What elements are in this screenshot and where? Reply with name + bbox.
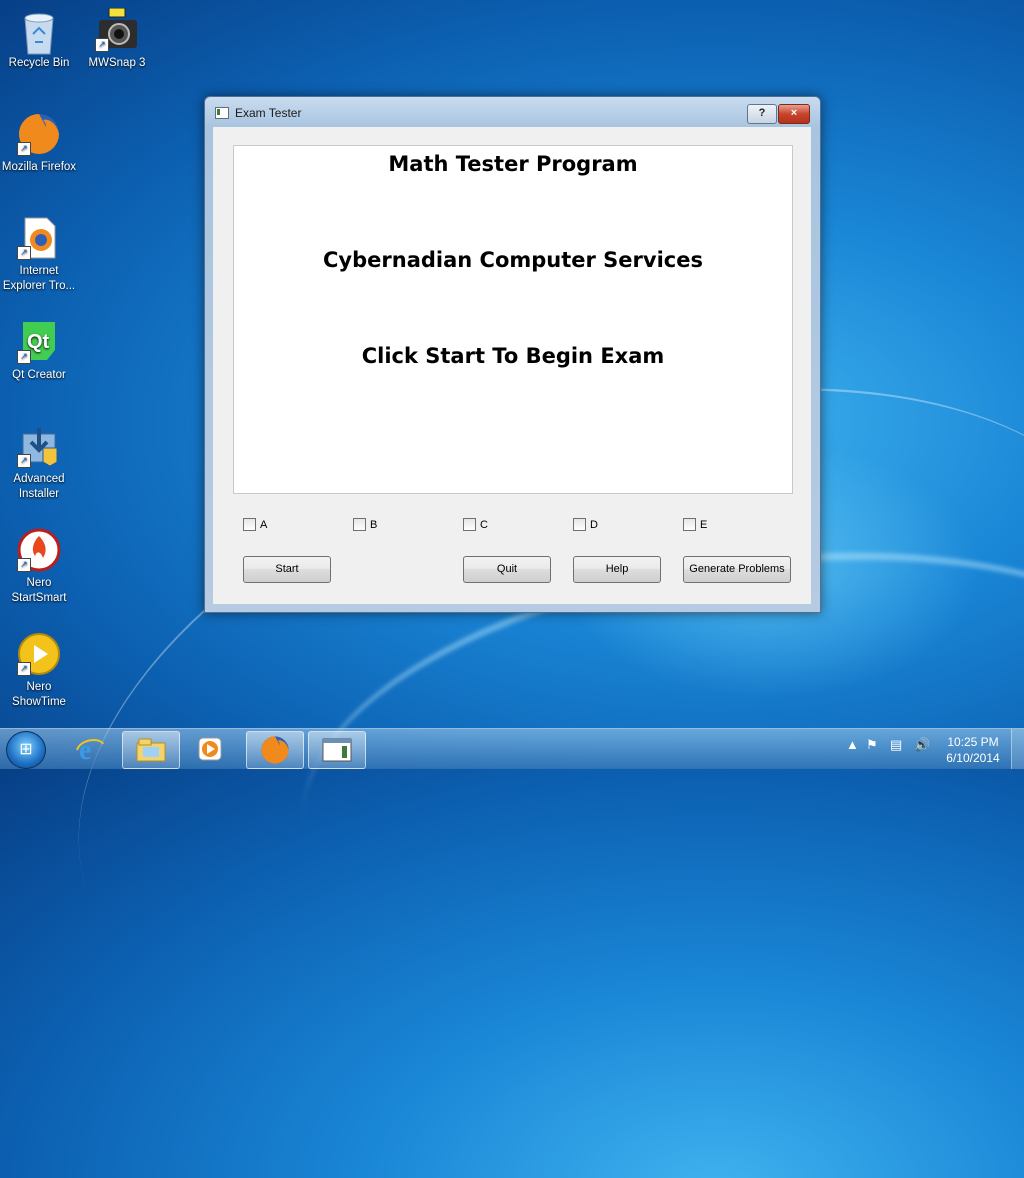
flag-icon[interactable]: ⚑ — [866, 737, 878, 753]
checkbox-label: A — [260, 518, 268, 531]
exam-tester-window: Exam Tester ? × Math Tester Program Cybe… — [204, 96, 821, 613]
desktop-icon-internet-explorer-tro[interactable]: ↗ Internet Explorer Tro... — [0, 216, 78, 294]
program-title: Math Tester Program — [388, 152, 638, 176]
nero-flame-icon: ↗ — [17, 528, 61, 572]
desktop-icon-firefox[interactable]: ↗ Mozilla Firefox — [0, 112, 78, 175]
shortcut-arrow-icon: ↗ — [95, 38, 109, 52]
start-button[interactable]: Start — [243, 556, 331, 583]
shortcut-arrow-icon: ↗ — [17, 558, 31, 572]
exam-tester-app-icon[interactable] — [308, 731, 366, 769]
checkbox-label: D — [590, 518, 598, 531]
checkbox-e[interactable]: E — [683, 518, 707, 532]
instruction-text: Click Start To Begin Exam — [361, 344, 665, 368]
internet-explorer-icon[interactable]: e — [62, 731, 118, 767]
taskbar: ⊞ e ▲ ⚑ ▤ 🔊 10:25 PM 6/10/2014 — [0, 728, 1024, 769]
clock-date: 6/10/2014 — [946, 751, 1000, 765]
desktop-icon-advanced-installer[interactable]: ↗ Advanced Installer — [0, 424, 78, 502]
firefox-icon: ↗ — [17, 112, 61, 156]
checkbox-d[interactable]: D — [573, 518, 598, 532]
desktop-icon-label: Qt Creator — [12, 369, 66, 381]
checkbox-label: B — [370, 518, 378, 531]
clock-time: 10:25 PM — [947, 735, 999, 749]
checkbox-box[interactable] — [573, 518, 586, 531]
help-button[interactable]: Help — [573, 556, 661, 583]
desktop-icon-recycle-bin[interactable]: Recycle Bin — [0, 8, 78, 71]
checkbox-b[interactable]: B — [353, 518, 377, 532]
desktop-icon-label: Internet Explorer Tro... — [2, 265, 76, 292]
checkbox-box[interactable] — [463, 518, 476, 531]
close-button[interactable]: × — [778, 104, 810, 124]
window-client-area: Math Tester Program Cybernadian Computer… — [213, 127, 811, 604]
chevron-up-icon[interactable]: ▲ — [846, 737, 859, 752]
checkbox-c[interactable]: C — [463, 518, 488, 532]
desktop-icon-label: Nero ShowTime — [12, 681, 66, 708]
checkbox-label: E — [700, 518, 708, 531]
desktop-icon-mwsnap[interactable]: ↗ MWSnap 3 — [78, 7, 156, 71]
svg-text:e: e — [79, 735, 91, 764]
checkbox-label: C — [480, 518, 488, 531]
app-window-icon — [215, 107, 229, 119]
camera-icon: ↗ — [95, 7, 139, 52]
quit-button[interactable]: Quit — [463, 556, 551, 583]
window-titlebar[interactable]: Exam Tester ? × — [205, 97, 820, 127]
desktop-icon-nero-startsmart[interactable]: ↗ Nero StartSmart — [0, 528, 78, 606]
checkbox-box[interactable] — [353, 518, 366, 531]
start-button-windows-icon[interactable]: ⊞ — [6, 731, 46, 769]
company-name: Cybernadian Computer Services — [323, 248, 703, 272]
shortcut-arrow-icon: ↗ — [17, 662, 31, 676]
exam-display-panel: Math Tester Program Cybernadian Computer… — [233, 145, 793, 494]
title-help-button[interactable]: ? — [747, 104, 777, 124]
system-clock[interactable]: 10:25 PM 6/10/2014 — [935, 734, 1011, 766]
shortcut-arrow-icon: ↗ — [17, 142, 31, 156]
desktop-icon-label: MWSnap 3 — [88, 57, 146, 69]
file-explorer-icon[interactable] — [122, 731, 180, 769]
shortcut-arrow-icon: ↗ — [17, 350, 31, 364]
document-firefox-icon: ↗ — [17, 216, 61, 260]
recycle-bin-icon — [17, 8, 61, 55]
firefox-icon[interactable] — [246, 731, 304, 769]
desktop-icon-nero-showtime[interactable]: ↗ Nero ShowTime — [0, 632, 78, 710]
shortcut-arrow-icon: ↗ — [17, 454, 31, 468]
desktop-icon-label: Mozilla Firefox — [1, 161, 77, 173]
checkbox-box[interactable] — [243, 518, 256, 531]
desktop-icon-label: Advanced Installer — [13, 473, 65, 500]
speaker-icon[interactable]: 🔊 — [914, 737, 930, 753]
shortcut-arrow-icon: ↗ — [17, 246, 31, 260]
desktop-icon-qt-creator[interactable]: Qt ↗ Qt Creator — [0, 320, 78, 383]
desktop-icon-label: Nero StartSmart — [11, 577, 67, 604]
media-player-icon[interactable] — [182, 731, 238, 767]
nero-play-icon: ↗ — [17, 632, 61, 676]
desktop-icon-label: Recycle Bin — [8, 57, 70, 69]
checkbox-a[interactable]: A — [243, 518, 267, 532]
show-desktop-button[interactable] — [1011, 729, 1024, 769]
qt-icon: Qt ↗ — [17, 320, 61, 364]
installer-icon: ↗ — [17, 424, 61, 468]
window-title: Exam Tester — [235, 106, 302, 120]
generate-problems-button[interactable]: Generate Problems — [683, 556, 791, 583]
network-icon[interactable]: ▤ — [890, 737, 902, 753]
checkbox-box[interactable] — [683, 518, 696, 531]
